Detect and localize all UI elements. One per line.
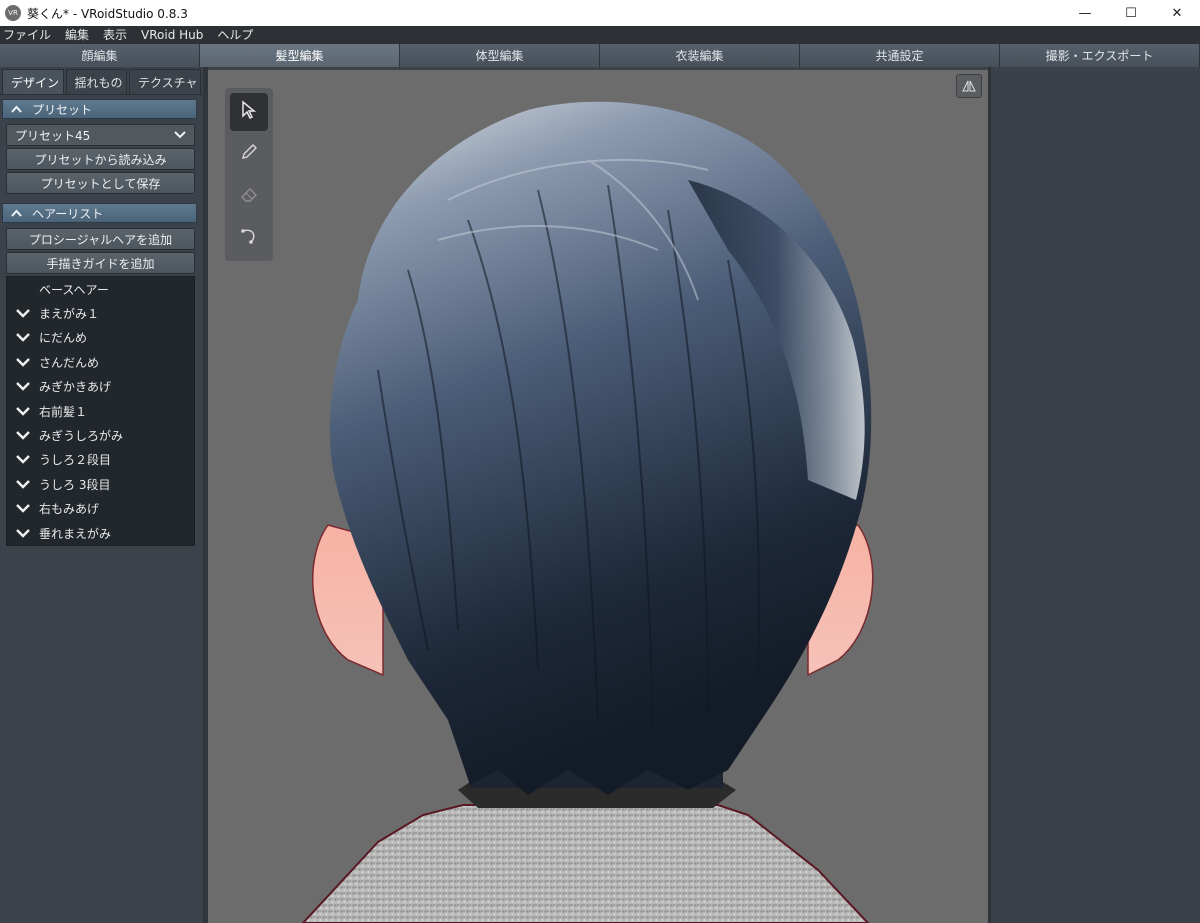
tab-common-settings[interactable]: 共通設定 [800, 44, 1000, 67]
hair-list-item-label: 垂れまえがみ [39, 526, 112, 541]
eraser-tool-button[interactable] [230, 177, 268, 215]
menu-vroid-hub[interactable]: VRoid Hub [141, 26, 203, 44]
mirror-toggle-button[interactable] [956, 74, 982, 98]
3d-viewport[interactable] [208, 70, 988, 923]
chevron-down-icon[interactable] [7, 479, 39, 489]
chevron-down-icon[interactable] [7, 431, 39, 440]
hair-list-item[interactable]: にだんめ [7, 326, 194, 350]
tab-hair-edit[interactable]: 髪型編集 [200, 44, 400, 67]
menu-bar: ファイル 編集 表示 VRoid Hub ヘルプ [0, 26, 1200, 44]
title-bar: VR 葵くん* - VRoidStudio 0.8.3 — ☐ ✕ [0, 0, 1200, 26]
hair-list-item-label: みぎかきあげ [39, 380, 112, 395]
menu-help[interactable]: ヘルプ [217, 26, 253, 44]
save-preset-button[interactable]: プリセットとして保存 [6, 172, 195, 194]
mirror-icon [961, 77, 977, 96]
tab-face-edit[interactable]: 顔編集 [0, 44, 200, 67]
chevron-down-icon[interactable] [7, 455, 39, 465]
add-hand-drawn-guide-button[interactable]: 手描きガイドを追加 [6, 252, 195, 274]
hair-list-item[interactable]: 右前髪１ [7, 399, 194, 423]
chevron-down-icon[interactable] [7, 382, 39, 391]
hair-list-section-header[interactable]: ヘアーリスト [2, 203, 197, 223]
preset-dropdown-value: プリセット45 [15, 128, 91, 143]
subtab-texture[interactable]: テクスチャ [129, 69, 201, 94]
model-render [301, 101, 874, 923]
window-controls: — ☐ ✕ [1062, 0, 1200, 26]
chevron-down-icon[interactable] [7, 333, 39, 343]
load-preset-button[interactable]: プリセットから読み込み [6, 148, 195, 170]
hair-list-item[interactable]: 右もみあげ [7, 497, 194, 521]
chevron-up-icon [11, 207, 22, 220]
preset-section-title: プリセット [32, 102, 93, 117]
hair-list-item-label: さんだんめ [39, 355, 100, 370]
cursor-icon [240, 100, 258, 124]
window-title: 葵くん* - VRoidStudio 0.8.3 [27, 6, 188, 21]
subtab-design[interactable]: デザイン [2, 69, 64, 94]
subtab-physics[interactable]: 揺れもの [65, 69, 128, 94]
hair-list-item[interactable]: うしろ 3段目 [7, 472, 194, 496]
preset-dropdown[interactable]: プリセット45 [6, 124, 195, 146]
curve-tool-button[interactable] [230, 219, 268, 257]
hair-list-item[interactable]: ベースヘアー [7, 277, 194, 301]
pen-tool-button[interactable] [230, 135, 268, 173]
tool-palette [225, 88, 273, 261]
select-tool-button[interactable] [230, 93, 268, 131]
tab-body-edit[interactable]: 体型編集 [400, 44, 600, 67]
minimize-button[interactable]: — [1062, 0, 1108, 26]
hair-list-item-label: ベースヘアー [39, 282, 109, 297]
preset-section-header[interactable]: プリセット [2, 99, 197, 119]
hair-list-item-label: にだんめ [39, 331, 88, 346]
hair-list-item-label: みぎうしろがみ [39, 429, 124, 444]
menu-file[interactable]: ファイル [3, 26, 51, 44]
hair-list: ベースヘアー まえがみ１ にだんめさんだんめみぎかきあげ 右前髪１ みぎうしろがみ うしろ… [6, 276, 195, 547]
hair-list-item-label: 右もみあげ [39, 502, 100, 517]
chevron-up-icon [11, 103, 22, 116]
hair-list-item-label: うしろ２段目 [39, 453, 112, 468]
pencil-icon [240, 143, 258, 165]
maximize-button[interactable]: ☐ [1108, 0, 1154, 26]
mode-tabs: 顔編集 髪型編集 体型編集 衣装編集 共通設定 撮影・エクスポート [0, 44, 1200, 67]
hair-list-item[interactable]: みぎかきあげ [7, 375, 194, 399]
hair-list-item-label: うしろ 3段目 [39, 477, 111, 492]
menu-view[interactable]: 表示 [103, 26, 127, 44]
hair-list-section-body: プロシージャルヘアを追加 手描きガイドを追加 ベースヘアー まえがみ１ にだんめさん… [6, 223, 195, 549]
close-button[interactable]: ✕ [1154, 0, 1200, 26]
sub-tabs: デザイン 揺れもの テクスチャ [0, 67, 203, 95]
app-icon: VR [5, 5, 21, 21]
hair-list-item-label: 右前髪１ [39, 404, 88, 419]
tab-photo-export[interactable]: 撮影・エクスポート [1000, 44, 1200, 67]
right-panel [988, 67, 1200, 923]
hair-list-item[interactable]: 垂れまえがみ [7, 521, 194, 545]
menu-edit[interactable]: 編集 [65, 26, 89, 44]
curve-icon [239, 226, 259, 250]
chevron-down-icon [174, 128, 186, 142]
add-procedural-hair-button[interactable]: プロシージャルヘアを追加 [6, 228, 195, 250]
tab-outfit-edit[interactable]: 衣装編集 [600, 44, 800, 67]
left-panel: デザイン 揺れもの テクスチャ プリセット プリセット45 プリセットから読み込… [0, 67, 203, 923]
hair-list-item[interactable]: みぎうしろがみ [7, 423, 194, 447]
hair-list-item[interactable]: うしろ２段目 [7, 448, 194, 472]
chevron-down-icon[interactable] [7, 406, 39, 416]
hair-list-section-title: ヘアーリスト [32, 206, 104, 221]
chevron-down-icon[interactable] [7, 309, 39, 318]
chevron-down-icon[interactable] [7, 358, 39, 367]
eraser-icon [239, 185, 259, 207]
hair-list-item[interactable]: まえがみ１ [7, 301, 194, 325]
hair-list-item[interactable]: さんだんめ [7, 350, 194, 374]
hair-list-item-label: まえがみ１ [39, 307, 100, 322]
chevron-down-icon[interactable] [7, 504, 39, 513]
preset-section-body: プリセット45 プリセットから読み込み プリセットとして保存 [6, 119, 195, 199]
chevron-down-icon[interactable] [7, 528, 39, 538]
